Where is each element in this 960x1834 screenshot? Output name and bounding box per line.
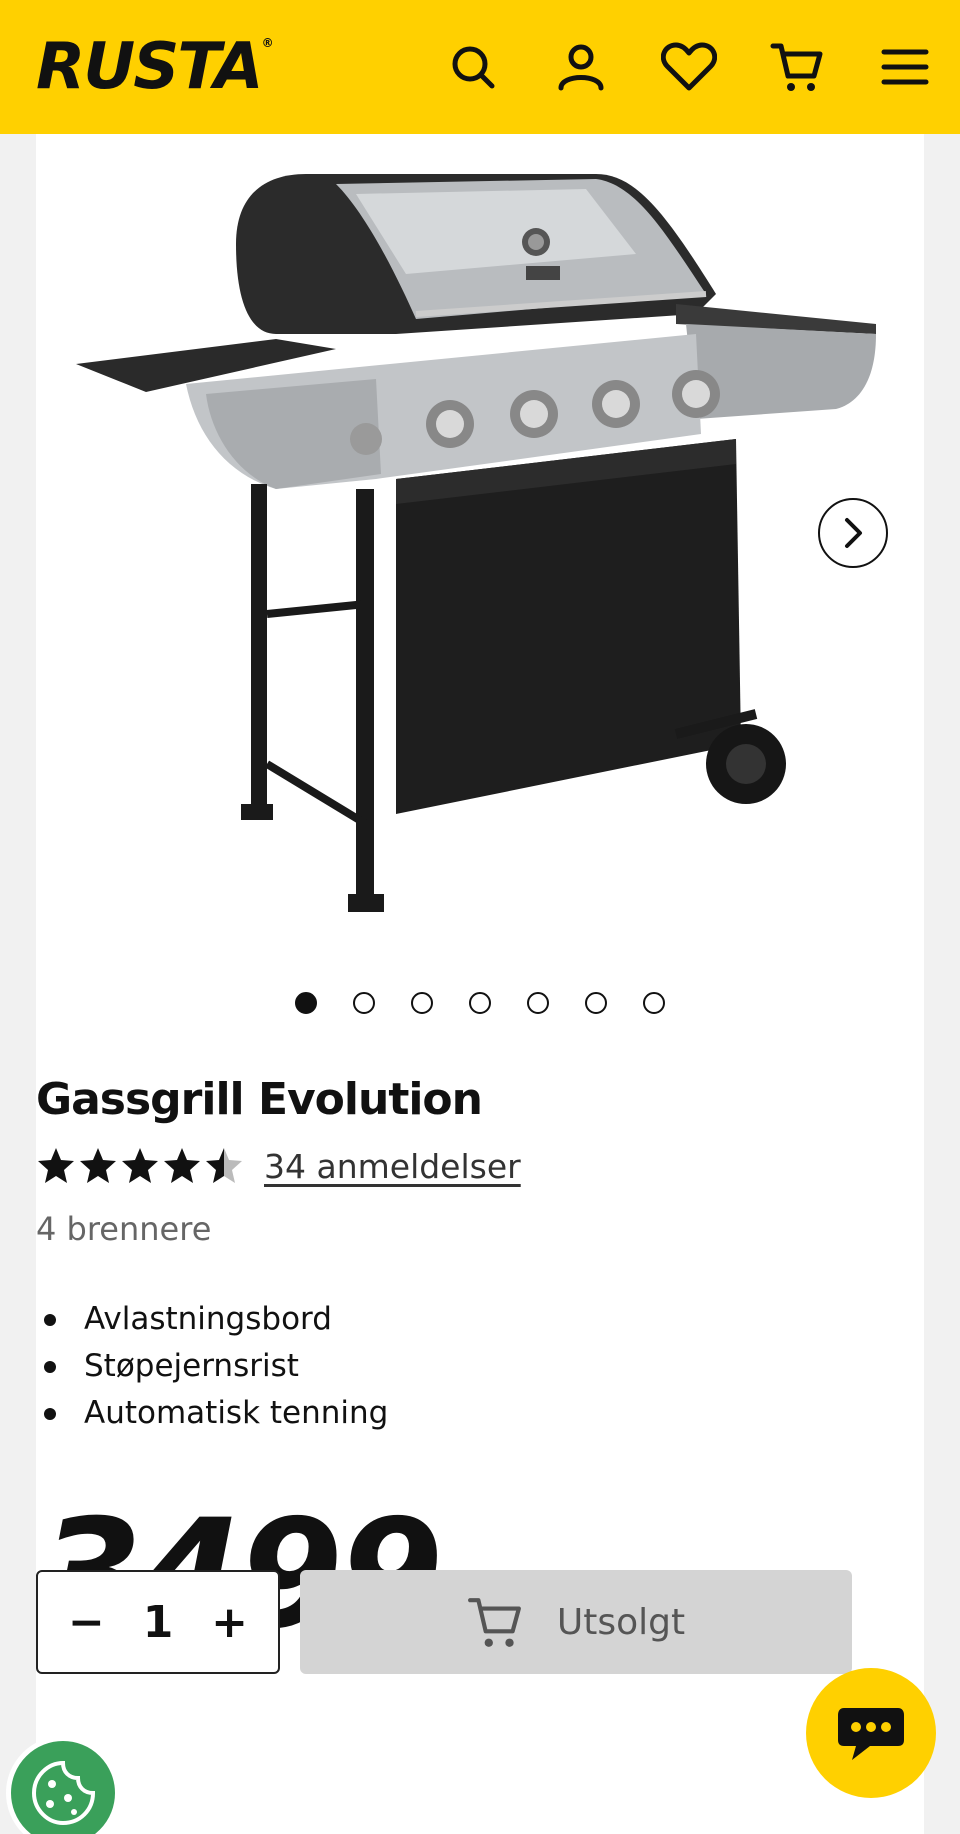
product-subtitle: 4 brennere <box>36 1210 212 1248</box>
rusta-logo[interactable]: RUSTA ® <box>36 30 274 104</box>
sold-out-label: Utsolgt <box>556 1601 686 1643</box>
star-icon <box>80 1148 116 1183</box>
feature-item: Avlastningsbord <box>36 1296 388 1343</box>
feature-list: Avlastningsbord Støpejernsrist Automatisk … <box>36 1296 388 1437</box>
feature-label: Støpejernsrist <box>84 1348 299 1384</box>
gallery-dot[interactable] <box>585 992 607 1014</box>
sold-out-button[interactable]: Utsolgt <box>300 1570 852 1674</box>
bullet-icon <box>44 1313 56 1326</box>
product-image-gas-grill <box>76 174 876 912</box>
gallery-dot[interactable] <box>527 992 549 1014</box>
header-icon-bar <box>400 0 940 134</box>
qty-increment-button[interactable]: + <box>211 1597 248 1648</box>
chat-launcher-button[interactable] <box>806 1668 936 1798</box>
gallery-pagination <box>36 992 924 1014</box>
gallery-dot[interactable] <box>411 992 433 1014</box>
account-icon[interactable] <box>546 32 616 102</box>
gallery-dot[interactable] <box>643 992 665 1014</box>
cart-icon[interactable] <box>762 32 832 102</box>
bullet-icon <box>44 1407 56 1420</box>
chat-bubble-icon <box>838 1708 904 1760</box>
gallery-dot[interactable] <box>469 992 491 1014</box>
search-icon[interactable] <box>438 32 508 102</box>
star-icon <box>38 1148 74 1183</box>
gallery-dot[interactable] <box>353 992 375 1014</box>
site-header: RUSTA ® <box>0 0 960 134</box>
menu-icon[interactable] <box>870 32 940 102</box>
feature-item: Automatisk tenning <box>36 1390 388 1437</box>
star-icon <box>122 1148 158 1183</box>
qty-value[interactable]: 1 <box>143 1597 174 1648</box>
qty-decrement-button[interactable]: − <box>68 1597 105 1648</box>
quantity-stepper: − 1 + <box>36 1570 280 1674</box>
logo-registered-mark: ® <box>261 36 274 50</box>
rating-row: 34 anmeldelser <box>36 1140 521 1192</box>
chevron-right-icon <box>845 518 862 548</box>
star-rating <box>36 1146 246 1186</box>
cart-icon <box>467 1598 521 1647</box>
gallery-dot[interactable] <box>295 992 317 1014</box>
cookie-icon <box>31 1760 96 1826</box>
heart-icon[interactable] <box>654 32 724 102</box>
feature-item: Støpejernsrist <box>36 1343 388 1390</box>
star-icon <box>206 1148 242 1183</box>
bullet-icon <box>44 1360 56 1373</box>
reviews-link[interactable]: 34 anmeldelser <box>264 1147 521 1186</box>
gallery-next-button[interactable] <box>818 498 888 568</box>
product-image-gallery[interactable] <box>36 134 924 934</box>
feature-label: Automatisk tenning <box>84 1395 389 1431</box>
star-icon <box>164 1148 200 1183</box>
product-title: Gassgrill Evolution <box>36 1074 483 1125</box>
feature-label: Avlastningsbord <box>84 1301 332 1337</box>
logo-text: RUSTA <box>36 30 264 104</box>
